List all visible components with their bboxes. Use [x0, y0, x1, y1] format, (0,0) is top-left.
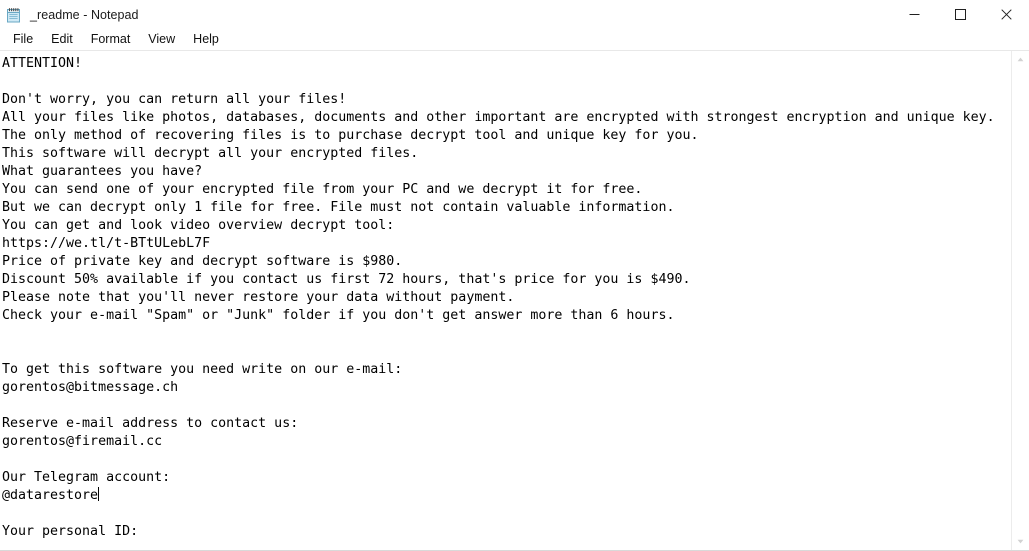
- menu-bar: File Edit Format View Help: [0, 29, 1029, 51]
- menu-item-edit[interactable]: Edit: [42, 30, 82, 49]
- document-line: Don't worry, you can return all your fil…: [2, 92, 347, 107]
- window-controls: [891, 0, 1029, 29]
- scroll-up-icon: [1017, 57, 1024, 62]
- document-line: Reserve e-mail address to contact us:: [2, 416, 299, 431]
- minimize-icon: [909, 14, 919, 15]
- document-line: Your personal ID:: [2, 524, 139, 539]
- maximize-icon: [954, 9, 966, 20]
- maximize-button[interactable]: [937, 0, 983, 29]
- document-line: But we can decrypt only 1 file for free.…: [2, 200, 675, 215]
- editor-area: ATTENTION! Don't worry, you can return al…: [0, 51, 1029, 551]
- text-editor[interactable]: ATTENTION! Don't worry, you can return al…: [0, 51, 1011, 550]
- document-line: ATTENTION!: [2, 56, 83, 71]
- document-line: gorentos@firemail.cc: [2, 434, 163, 449]
- notepad-icon: [5, 6, 23, 24]
- scroll-up-button[interactable]: [1012, 51, 1029, 68]
- vertical-scrollbar[interactable]: [1011, 51, 1029, 550]
- document-line: Price of private key and decrypt softwar…: [2, 254, 403, 269]
- menu-item-format[interactable]: Format: [82, 30, 140, 49]
- document-line: You can get and look video overview decr…: [2, 218, 395, 233]
- document-line: Check your e-mail "Spam" or "Junk" folde…: [2, 308, 675, 323]
- menu-item-view[interactable]: View: [139, 30, 184, 49]
- text-caret: [98, 487, 100, 501]
- document-line: The only method of recovering files is t…: [2, 128, 699, 143]
- window-title: _readme - Notepad: [30, 7, 139, 22]
- document-line: Our Telegram account:: [2, 470, 171, 485]
- document-line: Please note that you'll never restore yo…: [2, 290, 515, 305]
- scroll-down-button[interactable]: [1012, 533, 1029, 550]
- minimize-button[interactable]: [891, 0, 937, 29]
- document-line: All your files like photos, databases, d…: [2, 110, 995, 125]
- close-button[interactable]: [983, 0, 1029, 29]
- document-line: https://we.tl/t-BTtULebL7F: [2, 236, 211, 251]
- document-line: To get this software you need write on o…: [2, 362, 403, 377]
- document-line: Discount 50% available if you contact us…: [2, 272, 691, 287]
- document-line: @datarestore: [2, 487, 100, 503]
- document-line: This software will decrypt all your encr…: [2, 146, 419, 161]
- notepad-window: _readme - Notepad File Edit Format View …: [0, 0, 1029, 551]
- title-bar: _readme - Notepad: [0, 0, 1029, 29]
- document-line: gorentos@bitmessage.ch: [2, 380, 179, 395]
- close-icon: [1000, 9, 1012, 20]
- document-line: What guarantees you have?: [2, 164, 203, 179]
- scrollbar-track[interactable]: [1012, 68, 1029, 533]
- document-text[interactable]: ATTENTION! Don't worry, you can return al…: [0, 51, 1011, 541]
- scroll-down-icon: [1017, 539, 1024, 544]
- document-line: You can send one of your encrypted file …: [2, 182, 643, 197]
- title-bar-left: _readme - Notepad: [0, 6, 891, 24]
- menu-item-file[interactable]: File: [4, 30, 42, 49]
- menu-item-help[interactable]: Help: [184, 30, 228, 49]
